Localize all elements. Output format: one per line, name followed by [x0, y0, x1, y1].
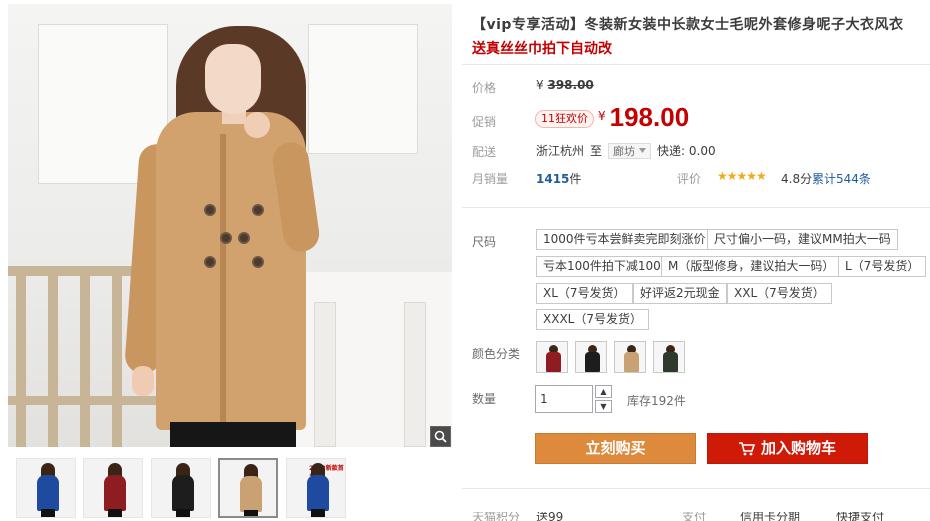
footer-installment[interactable]: 信用卡分期: [740, 512, 800, 521]
shipping-fee: 快递: 0.00: [657, 144, 716, 158]
coat-button: [252, 256, 264, 268]
model-face: [205, 44, 261, 114]
size-option[interactable]: L（7号发货）: [838, 256, 927, 277]
service-footer: 天猫积分 送99 支付 信用卡分期 快捷支付: [472, 512, 930, 521]
promo-price-value: 198.00: [609, 102, 690, 132]
destination-select[interactable]: 廊坊: [608, 142, 652, 159]
coat-button: [204, 256, 216, 268]
color-swatch[interactable]: [536, 341, 568, 373]
zoom-button[interactable]: [430, 426, 451, 447]
monthly-sales: 1415件: [536, 170, 581, 187]
color-swatch[interactable]: [653, 341, 685, 373]
footer-points-label: 天猫积分: [472, 512, 521, 521]
product-title: 【vip专享活动】冬装新女装中长款女士毛呢外套修身呢子大衣风衣: [472, 17, 904, 33]
sales-count: 1415: [536, 172, 570, 186]
coat-button: [238, 232, 250, 244]
thumbnail[interactable]: [83, 458, 143, 518]
size-option[interactable]: XL（7号发货）: [536, 283, 633, 304]
color-swatch[interactable]: [575, 341, 607, 373]
cart-icon: [738, 441, 755, 455]
review-count-link[interactable]: 累计544条: [812, 170, 871, 187]
stock-count: 库存192件: [627, 394, 686, 408]
size-option[interactable]: 好评返2元现金: [633, 283, 727, 304]
currency-symbol: ¥: [536, 78, 544, 92]
rating-score: 4.8分: [781, 172, 813, 186]
size-option[interactable]: 亏本100件拍下减100: [536, 256, 668, 277]
divider: [462, 488, 930, 489]
quantity-label: 数量: [472, 392, 497, 406]
divider: [462, 207, 930, 208]
promo-badge: 11狂欢价: [535, 110, 594, 128]
sales-label: 月销量: [472, 172, 509, 186]
color-label: 颜色分类: [472, 347, 521, 361]
coat-button: [252, 204, 264, 216]
footer-express-pay[interactable]: 快捷支付: [836, 512, 884, 521]
original-price: ¥ 398.00: [536, 78, 594, 92]
white-table: [292, 272, 452, 447]
size-option[interactable]: XXXL（7号发货）: [536, 309, 649, 330]
destination-value: 廊坊: [613, 144, 636, 158]
quantity-increase-button[interactable]: ▲: [595, 385, 612, 398]
size-option[interactable]: XXL（7号发货）: [727, 283, 832, 304]
original-price-value: 398.00: [547, 78, 594, 92]
footer-points-value: 送99: [536, 512, 564, 521]
ship-origin: 浙江杭州: [536, 144, 585, 158]
size-label: 尺码: [472, 235, 497, 249]
shipping-label: 配送: [472, 145, 497, 159]
quantity-decrease-button[interactable]: ▼: [595, 400, 612, 413]
main-product-image[interactable]: [8, 4, 452, 447]
thumbnail[interactable]: 2013新款首发: [286, 458, 346, 518]
buy-now-button[interactable]: 立刻购买: [535, 433, 696, 464]
ship-to: 至: [590, 144, 603, 158]
thumbnail-active[interactable]: [218, 458, 278, 518]
promo-price: ¥198.00: [598, 102, 689, 133]
divider: [462, 64, 930, 65]
add-to-cart-button[interactable]: 加入购物车: [707, 433, 868, 464]
footer-payment-label: 支付: [682, 512, 707, 521]
product-subtitle: 送真丝丝巾拍下自动改: [472, 41, 612, 57]
size-option[interactable]: M（版型修身，建议拍大一码）: [661, 256, 842, 277]
add-to-cart-label: 加入购物车: [760, 439, 836, 457]
coat-button: [204, 204, 216, 216]
currency-symbol: ¥: [598, 109, 606, 123]
size-option[interactable]: 尺寸偏小一码，建议MM拍大一码: [707, 229, 898, 250]
price-label: 价格: [472, 81, 497, 95]
magnifier-icon: [434, 430, 447, 443]
color-swatch[interactable]: [614, 341, 646, 373]
thumbnail[interactable]: [151, 458, 211, 518]
coat-button: [220, 232, 232, 244]
thumbnail[interactable]: [16, 458, 76, 518]
white-cabinet: [308, 24, 418, 154]
rating-stars-icon: ★★★★★: [717, 169, 767, 183]
rating-label: 评价: [677, 172, 702, 186]
sales-unit: 件: [569, 172, 582, 186]
chevron-down-icon: [639, 148, 647, 153]
quantity-input[interactable]: 1: [535, 385, 593, 413]
size-option[interactable]: 1000件亏本尝鲜卖完即刻涨价: [536, 229, 713, 250]
promo-label: 促销: [472, 115, 497, 129]
thumbnail-strip: 2013新款首发: [8, 454, 452, 521]
shipping-info: 浙江杭州 至 廊坊 快递: 0.00: [536, 142, 716, 159]
